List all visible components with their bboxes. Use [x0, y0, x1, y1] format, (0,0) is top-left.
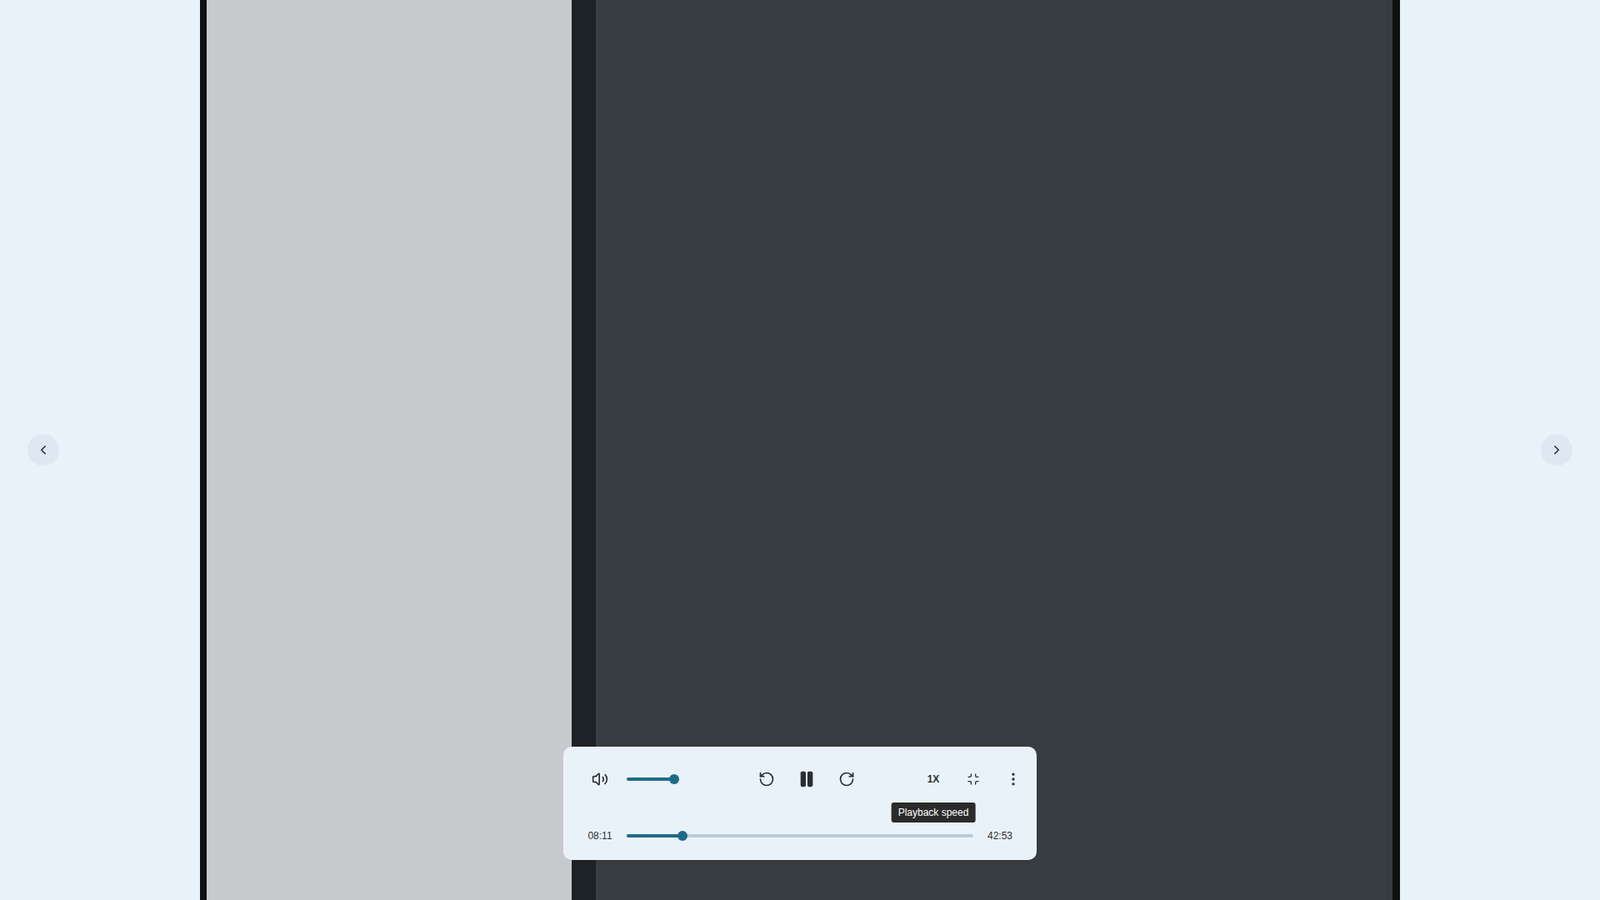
video-frame[interactable]: 1XPlayback speed08:1142:53: [200, 0, 1400, 900]
next-button[interactable]: [1540, 434, 1573, 466]
playback-group: [750, 762, 864, 796]
player-controls: 1XPlayback speed08:1142:53: [563, 746, 1037, 860]
duration: 42:53: [973, 830, 1027, 842]
options-group: 1XPlayback speed: [863, 762, 1030, 796]
volume-slider-fill: [626, 777, 675, 781]
current-time: 08:11: [573, 830, 627, 842]
rewind-icon: [758, 770, 775, 788]
left-nav: [0, 0, 200, 900]
viewer-page: 1XPlayback speed08:1142:53: [0, 0, 1600, 900]
play-pause-button[interactable]: [790, 762, 824, 796]
speaker-icon: [591, 770, 609, 788]
volume-group: [583, 762, 750, 796]
speed-tooltip: Playback speed: [891, 802, 976, 823]
speed-label: 1X: [927, 773, 940, 785]
chevron-left-icon: [35, 442, 51, 458]
control-row: 1XPlayback speed: [563, 762, 1037, 796]
forward-button[interactable]: [830, 762, 864, 796]
time-row: 08:11 42:53: [563, 830, 1037, 842]
previous-button[interactable]: [27, 434, 60, 466]
progress-slider[interactable]: [626, 834, 974, 838]
volume-slider[interactable]: [626, 777, 679, 781]
progress-slider-fill: [626, 834, 683, 838]
more-button[interactable]: [996, 762, 1030, 796]
chevron-right-icon: [1549, 442, 1565, 458]
more-icon: [1005, 770, 1022, 788]
exit-fullscreen-button[interactable]: [956, 762, 990, 796]
forward-icon: [838, 770, 855, 788]
speed-button[interactable]: 1XPlayback speed: [916, 762, 950, 796]
right-nav: [1400, 0, 1600, 900]
progress-slider-thumb[interactable]: [677, 830, 688, 841]
rewind-button[interactable]: [750, 762, 784, 796]
pause-icon: [797, 770, 816, 789]
volume-slider-thumb[interactable]: [669, 774, 680, 785]
exit-fullscreen-icon: [966, 772, 980, 786]
volume-button[interactable]: [583, 762, 617, 796]
